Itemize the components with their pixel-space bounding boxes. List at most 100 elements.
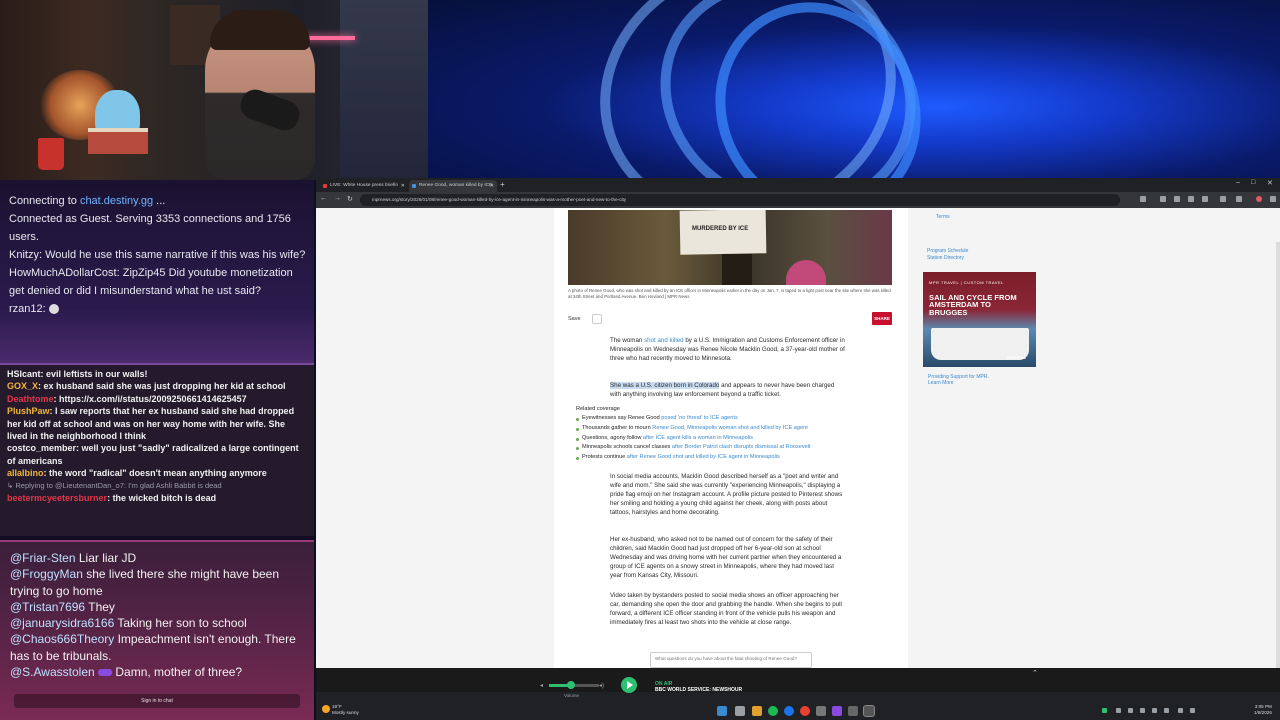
- volume-down-icon[interactable]: ◂: [540, 682, 543, 689]
- close-tab-icon[interactable]: ✕: [490, 180, 494, 192]
- clock[interactable]: 3:05 PM 1/8/2026: [1254, 704, 1272, 716]
- mpr-icon: [412, 184, 416, 188]
- learn-more-link[interactable]: Learn More: [928, 380, 989, 386]
- memorial-sign: [679, 210, 767, 255]
- sidebar-icon[interactable]: [1220, 196, 1226, 202]
- chat-top-section: Connecting to chat.destiny.gg ... Connec…: [0, 180, 314, 363]
- chat-username[interactable]: PlushPaw: [7, 406, 50, 416]
- chat-message: @FroggyMan she lived there she might hav…: [10, 566, 304, 599]
- page-gutter-left: [316, 208, 554, 668]
- chat-username[interactable]: allalbino: [7, 468, 44, 478]
- url-input[interactable]: mprnews.org/story/2026/01/08/renee-good-…: [360, 194, 1120, 206]
- forward-button[interactable]: →: [334, 195, 341, 202]
- new-tab-button[interactable]: +: [500, 180, 505, 190]
- save-button[interactable]: Save: [568, 316, 581, 322]
- minimize-button[interactable]: –: [1236, 179, 1240, 186]
- related-link[interactable]: Renee Good, Minneapolis woman shot and k…: [652, 425, 807, 431]
- app-icon[interactable]: [832, 706, 842, 716]
- reload-button[interactable]: ↻: [347, 195, 353, 203]
- chrome-icon[interactable]: [800, 706, 810, 716]
- tab-whitehouse[interactable]: LIVE: White House press briefin ✕: [320, 180, 408, 192]
- chat-link[interactable]: chat.destiny.gg: [80, 195, 153, 207]
- inline-link[interactable]: shot and killed: [644, 337, 684, 344]
- chat-reply-line: ↳ Replying to @LieutenantDan_o7: I'm gla…: [7, 480, 222, 490]
- books: [88, 128, 148, 154]
- obs-icon[interactable]: [863, 705, 875, 717]
- related-link[interactable]: after ICE agent kills a woman in Minneap…: [643, 435, 753, 441]
- chat-message: @S.Awasstolen Damn, mother of three?: [10, 664, 304, 680]
- tray-icon[interactable]: [1116, 708, 1121, 713]
- chat-username[interactable]: @Tristan7696: [10, 600, 85, 614]
- close-window-button[interactable]: ✕: [1267, 179, 1273, 187]
- page-scrollbar[interactable]: [1276, 242, 1280, 668]
- program-schedule-link[interactable]: Program Schedule: [927, 248, 968, 255]
- network-icon[interactable]: [1178, 708, 1183, 713]
- related-label: Eyewitnesses say Renee Good: [582, 415, 660, 421]
- chat-username[interactable]: Deathtome: [7, 394, 54, 404]
- article-hero-image[interactable]: MURDERED BY ICE: [568, 210, 892, 285]
- tray-icon[interactable]: [1140, 708, 1145, 713]
- tray-icon[interactable]: [1152, 708, 1157, 713]
- app-icon[interactable]: [816, 706, 826, 716]
- station-directory-link[interactable]: Station Directory: [927, 255, 968, 262]
- travel-ad[interactable]: MPR TRAVEL | CUSTOM TRAVEL SAIL AND CYCL…: [923, 272, 1036, 367]
- chat-username[interactable]: @Chaos666Theory: [10, 632, 114, 646]
- tab-article[interactable]: Renee Good, woman killed by ICE ✕: [409, 180, 497, 192]
- article-column: MURDERED BY ICE A photo of Renee Good, w…: [554, 208, 908, 668]
- extension-icon[interactable]: [1188, 196, 1194, 202]
- edge-icon[interactable]: [784, 706, 794, 716]
- chat-username[interactable]: beetermcyeetersburner: [7, 493, 107, 503]
- chat-message: allalbino: the word "radical" doesn't me…: [7, 468, 267, 479]
- extension-icon[interactable]: [1160, 196, 1166, 202]
- maximize-button[interactable]: □: [1251, 179, 1255, 186]
- split-icon[interactable]: [1236, 196, 1242, 202]
- related-link[interactable]: posed 'no threat' to ICE agents: [661, 415, 737, 421]
- share-button[interactable]: SHARE: [872, 312, 892, 325]
- tray-icon[interactable]: [1128, 708, 1133, 713]
- related-label: Thousands gather to mourn: [582, 424, 651, 431]
- terms-link[interactable]: Terms: [936, 214, 950, 220]
- chat-username[interactable]: HSIcant: [7, 369, 41, 379]
- extension-icon[interactable]: [1174, 196, 1180, 202]
- bookmark-icon[interactable]: [592, 314, 602, 324]
- chat-username[interactable]: costco_member: [7, 443, 76, 453]
- member-badge-icon: [98, 669, 113, 677]
- speaker-icon[interactable]: [1190, 708, 1195, 713]
- spotify-icon[interactable]: [768, 706, 778, 716]
- tray-icon[interactable]: [1164, 708, 1169, 713]
- search-icon[interactable]: [735, 706, 745, 716]
- volume-knob[interactable]: [567, 681, 575, 689]
- related-link[interactable]: after Border Patrol clash disrupts dismi…: [672, 444, 811, 450]
- question-input[interactable]: What questions do you have about the fat…: [650, 652, 812, 668]
- page-viewport: MURDERED BY ICE A photo of Renee Good, w…: [316, 208, 1280, 668]
- chat-username[interactable]: GOX_X: [7, 381, 38, 391]
- tray-icon[interactable]: [1102, 708, 1107, 713]
- profile-avatar[interactable]: [1256, 196, 1262, 202]
- close-tab-icon[interactable]: ✕: [401, 180, 405, 192]
- light-post: [722, 254, 752, 285]
- chat-username[interactable]: @S.Awasstolen: [10, 665, 95, 679]
- sign-in-button[interactable]: Sign in to chat: [14, 694, 300, 708]
- chat-status-line: Connecting to chat.destiny.gg ...: [9, 192, 306, 210]
- volume-up-icon[interactable]: ◂): [599, 682, 604, 689]
- back-button[interactable]: ←: [320, 195, 327, 202]
- chat-username[interactable]: @Friar-Sten: [10, 551, 76, 565]
- chat-username[interactable]: Knitzy: [9, 249, 39, 261]
- chat-username[interactable]: @FroggyMan: [10, 567, 83, 581]
- related-label: Minneapolis schools cancel classes: [582, 444, 671, 451]
- app-icon[interactable]: [848, 706, 858, 716]
- chat-link[interactable]: https://x.com/i/status/20092506614146254…: [59, 394, 247, 404]
- weather-widget[interactable]: 19°F Mostly sunny: [322, 704, 359, 716]
- related-link[interactable]: after Renee Good shot and killed by ICE …: [627, 454, 780, 460]
- bookmark-star-icon[interactable]: [1140, 196, 1146, 202]
- downloads-icon[interactable]: [1202, 196, 1208, 202]
- chat-username[interactable]: rzan12: [9, 303, 43, 315]
- chat-username[interactable]: HowMuchADollarCost: [9, 267, 117, 279]
- file-explorer-icon[interactable]: [752, 706, 762, 716]
- chat-username[interactable]: @januarysidra6166: [10, 616, 114, 630]
- expand-player-icon[interactable]: ⌃: [1032, 669, 1038, 677]
- menu-icon[interactable]: [1270, 196, 1276, 202]
- player-top-strip: [316, 668, 1280, 692]
- start-icon[interactable]: [717, 706, 727, 716]
- tab-title: LIVE: White House press briefin: [330, 183, 398, 188]
